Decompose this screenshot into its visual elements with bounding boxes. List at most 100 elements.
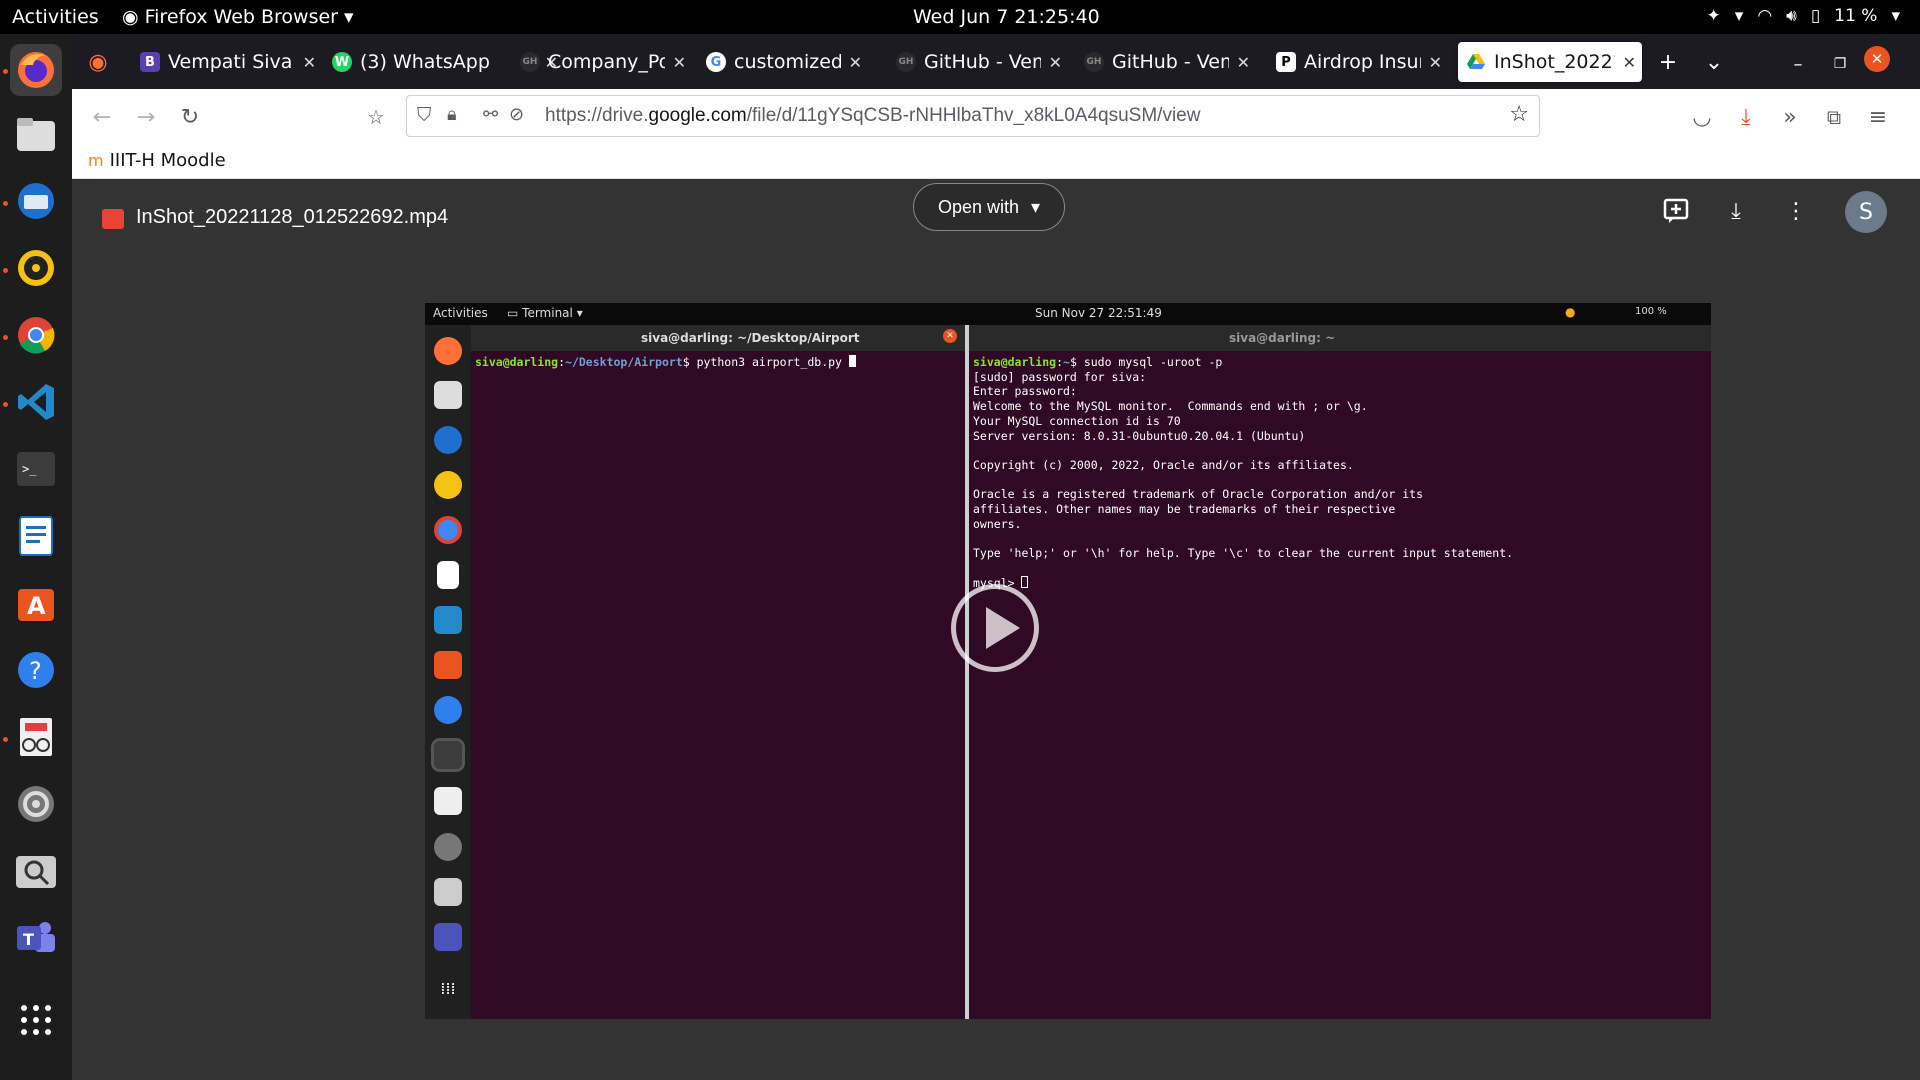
tracking-icon[interactable]: ⊘ — [509, 104, 524, 125]
video-player[interactable]: Activities ▭ Terminal ▾ Sun Nov 27 22:51… — [425, 303, 1711, 1019]
settings-icon[interactable] — [10, 778, 62, 830]
downloads-icon[interactable]: ⤓ — [1730, 101, 1762, 133]
tab-inshot[interactable]: InShot_20221 ✕ — [1458, 42, 1642, 82]
lock-icon[interactable]: 🔒︎ — [447, 104, 457, 125]
firefox-window: ◉ B Vempati Siva K ✕ W (3) WhatsApp ✕ GH… — [72, 34, 1920, 1080]
close-icon[interactable]: ✕ — [673, 53, 692, 72]
extensions-icon[interactable]: ⧉ — [1818, 101, 1850, 133]
forward-icon[interactable]: → — [130, 101, 162, 133]
firefox-icon[interactable] — [10, 44, 62, 96]
overflow-icon[interactable]: » — [1774, 101, 1806, 133]
tab-customized[interactable]: G customized c s ✕ — [698, 42, 868, 82]
video-app-menu: ▭ Terminal ▾ — [507, 306, 583, 320]
restore-icon[interactable]: ❐ — [1824, 48, 1856, 80]
video-software-icon — [434, 651, 462, 679]
tab-company-posi[interactable]: GH Company_Posi ✕ — [512, 42, 692, 82]
video-dock: ⁞⁞⁞ — [425, 325, 471, 1019]
files-icon[interactable] — [10, 109, 62, 161]
tab-favicon-icon: B — [140, 52, 160, 72]
shield-icon[interactable]: ⛉ — [417, 104, 431, 126]
reload-icon[interactable]: ↻ — [174, 101, 206, 133]
close-icon[interactable]: ✕ — [303, 53, 322, 72]
new-tab-icon[interactable]: + — [1652, 46, 1684, 78]
close-window-icon[interactable]: ✕ — [1864, 46, 1890, 72]
activities-button[interactable]: Activities — [12, 6, 99, 28]
close-icon[interactable]: ✕ — [849, 53, 868, 72]
thunderbird-icon[interactable] — [10, 175, 62, 227]
vscode-icon[interactable] — [10, 376, 62, 428]
video-rhythmbox-icon — [434, 471, 462, 499]
video-firefox-icon — [434, 337, 462, 365]
video-files-icon — [434, 381, 462, 409]
tab-title: GitHub - Vemp — [1112, 51, 1229, 73]
firefox-view-icon[interactable]: ◉ — [82, 46, 114, 78]
tab-airdrop[interactable]: P Airdrop Insura ✕ — [1268, 42, 1448, 82]
tab-github-2[interactable]: GH GitHub - Vemp ✕ — [1076, 42, 1256, 82]
bookmark-label: IIIT-H Moodle — [109, 150, 226, 171]
url-text[interactable]: https://drive.google.com/file/d/11gYSqCS… — [545, 105, 1200, 127]
software-icon[interactable]: A — [10, 577, 62, 629]
bookmark-moodle[interactable]: m IIIT-H Moodle — [88, 150, 226, 171]
app-menu[interactable]: ◉ Firefox Web Browser ▾ — [122, 6, 354, 28]
tab-title: (3) WhatsApp — [360, 51, 490, 73]
wifi-icon: ◠ — [1757, 6, 1773, 26]
video-cursor — [848, 355, 856, 367]
google-drive-icon — [1466, 52, 1486, 72]
open-with-button[interactable]: Open with ▾ — [913, 183, 1065, 231]
terminal-icon[interactable]: >_ — [10, 443, 62, 495]
video-thunderbird-icon — [434, 426, 462, 454]
close-icon[interactable]: ✕ — [1049, 53, 1068, 72]
pocket-icon[interactable]: ◡ — [1686, 101, 1718, 133]
video-activities: Activities — [433, 306, 488, 320]
video-terminal-right-titlebar: siva@darling: ~ — [969, 325, 1711, 351]
writer-icon[interactable] — [10, 510, 62, 562]
teams-icon[interactable]: T — [10, 912, 62, 964]
clock[interactable]: Wed Jun 7 21:25:40 — [913, 6, 1100, 28]
screenshot-icon[interactable] — [10, 845, 62, 897]
video-notification-icon: ● — [1565, 305, 1576, 319]
add-comment-icon[interactable] — [1658, 193, 1694, 229]
tab-github-1[interactable]: GH GitHub - Vemp ✕ — [888, 42, 1068, 82]
rhythmbox-icon[interactable] — [10, 242, 62, 294]
tab-bar: ◉ B Vempati Siva K ✕ W (3) WhatsApp ✕ GH… — [72, 34, 1920, 89]
help-icon[interactable]: ? — [10, 644, 62, 696]
system-tray[interactable]: ✦ ▾ ◠ 🔊︎ ▯ 11 % ▾ — [1707, 6, 1900, 26]
bookmarks-bar: m IIIT-H Moodle — [72, 145, 1920, 179]
moodle-icon: m — [88, 151, 104, 170]
tab-title: InShot_20221 — [1494, 51, 1615, 73]
chevron-down-icon[interactable]: ▾ — [1735, 6, 1744, 26]
menu-icon[interactable]: ≡ — [1862, 101, 1894, 133]
close-icon[interactable]: ✕ — [1237, 53, 1256, 72]
chrome-icon[interactable] — [10, 309, 62, 361]
url-bar[interactable]: ⛉ 🔒︎ ⚯ ⊘ https://drive.google.com/file/d… — [406, 95, 1540, 137]
avatar[interactable]: S — [1845, 191, 1887, 233]
video-battery: 100 % — [1635, 306, 1667, 317]
star-icon[interactable]: ☆ — [1509, 102, 1529, 127]
close-icon[interactable]: ✕ — [1623, 53, 1642, 72]
battery-icon: ▯ — [1810, 6, 1821, 26]
tab-title: Company_Posi — [548, 51, 665, 73]
firefox-small-icon: ◉ — [122, 6, 139, 28]
more-options-icon[interactable]: ⋮ — [1778, 193, 1814, 229]
github-icon: GH — [520, 52, 540, 72]
show-apps-icon[interactable] — [10, 994, 62, 1046]
bookmark-page-icon[interactable]: ☆ — [360, 101, 392, 133]
video-terminal-left-title: siva@darling: ~/Desktop/Airport — [641, 331, 860, 345]
close-icon[interactable]: ✕ — [1429, 53, 1448, 72]
permissions-icon[interactable]: ⚯ — [483, 104, 498, 125]
video-terminal-left: siva@darling: ~/Desktop/Airport ✕ siva@d… — [471, 325, 965, 1019]
download-icon[interactable]: ⤓ — [1718, 193, 1754, 229]
list-tabs-icon[interactable]: ⌄ — [1698, 46, 1730, 78]
doc-viewer-icon[interactable] — [10, 711, 62, 763]
svg-text:A: A — [27, 592, 46, 620]
video-close-icon: ✕ — [943, 329, 957, 343]
whatsapp-icon: W — [332, 52, 352, 72]
video-clock: Sun Nov 27 22:51:49 — [1035, 306, 1162, 320]
back-icon[interactable]: ← — [86, 101, 118, 133]
chevron-down-icon: ▾ — [343, 6, 354, 28]
accessibility-icon[interactable]: ✦ — [1707, 6, 1721, 26]
video-screenshot-icon — [434, 878, 462, 906]
play-button[interactable] — [951, 584, 1039, 672]
tab-vempati[interactable]: B Vempati Siva K ✕ — [132, 42, 322, 82]
minimize-icon[interactable]: – — [1782, 48, 1814, 80]
